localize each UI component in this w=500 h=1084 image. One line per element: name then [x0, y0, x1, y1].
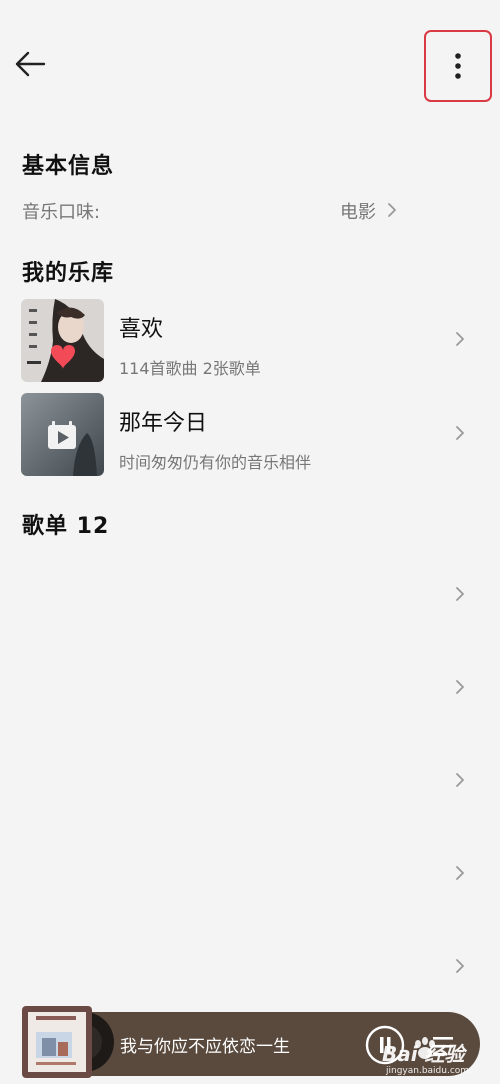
- playlist-row[interactable]: [0, 647, 500, 727]
- watermark-text: Bai 经验: [382, 1042, 465, 1066]
- more-options-button[interactable]: [424, 30, 492, 102]
- chevron-right-icon: [452, 863, 468, 883]
- chevron-right-icon: [452, 956, 468, 976]
- chevron-right-icon: [452, 423, 468, 443]
- chevron-right-icon: [384, 200, 400, 220]
- music-taste-label: 音乐口味:: [22, 202, 101, 223]
- on-this-day-title: 那年今日: [119, 411, 208, 436]
- chevron-right-icon: [452, 770, 468, 790]
- baidu-watermark: Bai 经验 jingyan.baidu.com: [368, 1030, 488, 1080]
- top-bar: [0, 0, 500, 130]
- arrow-left-icon: [15, 51, 46, 77]
- favorites-cover: [21, 299, 104, 382]
- chevron-right-icon: [452, 677, 468, 697]
- on-this-day-subtitle: 时间匆匆仍有你的音乐相伴: [119, 453, 312, 472]
- playlist-row[interactable]: [0, 554, 500, 634]
- on-this-day-cover: [21, 393, 104, 476]
- library-item-favorites[interactable]: 喜欢 114首歌曲 2张歌单: [0, 299, 500, 385]
- playlist-row[interactable]: [0, 833, 500, 913]
- music-taste-row[interactable]: 音乐口味: 电影: [0, 190, 500, 230]
- library-title: 我的乐库: [22, 261, 115, 286]
- playlists-title: 歌单 12: [22, 514, 110, 539]
- playlist-row[interactable]: [0, 926, 500, 1006]
- playlist-row[interactable]: [0, 740, 500, 820]
- more-vertical-icon: [455, 53, 461, 79]
- music-taste-value: 电影: [340, 202, 376, 223]
- library-item-on-this-day[interactable]: 那年今日 时间匆匆仍有你的音乐相伴: [0, 393, 500, 479]
- favorites-subtitle: 114首歌曲 2张歌单: [119, 359, 261, 378]
- now-playing-cover: [22, 1006, 114, 1078]
- now-playing-title: 我与你应不应依恋一生: [120, 1037, 290, 1057]
- watermark-url: jingyan.baidu.com: [386, 1066, 470, 1076]
- back-button[interactable]: [10, 44, 50, 84]
- favorites-title: 喜欢: [119, 317, 164, 342]
- chevron-right-icon: [452, 329, 468, 349]
- basic-info-title: 基本信息: [22, 154, 115, 179]
- chevron-right-icon: [452, 584, 468, 604]
